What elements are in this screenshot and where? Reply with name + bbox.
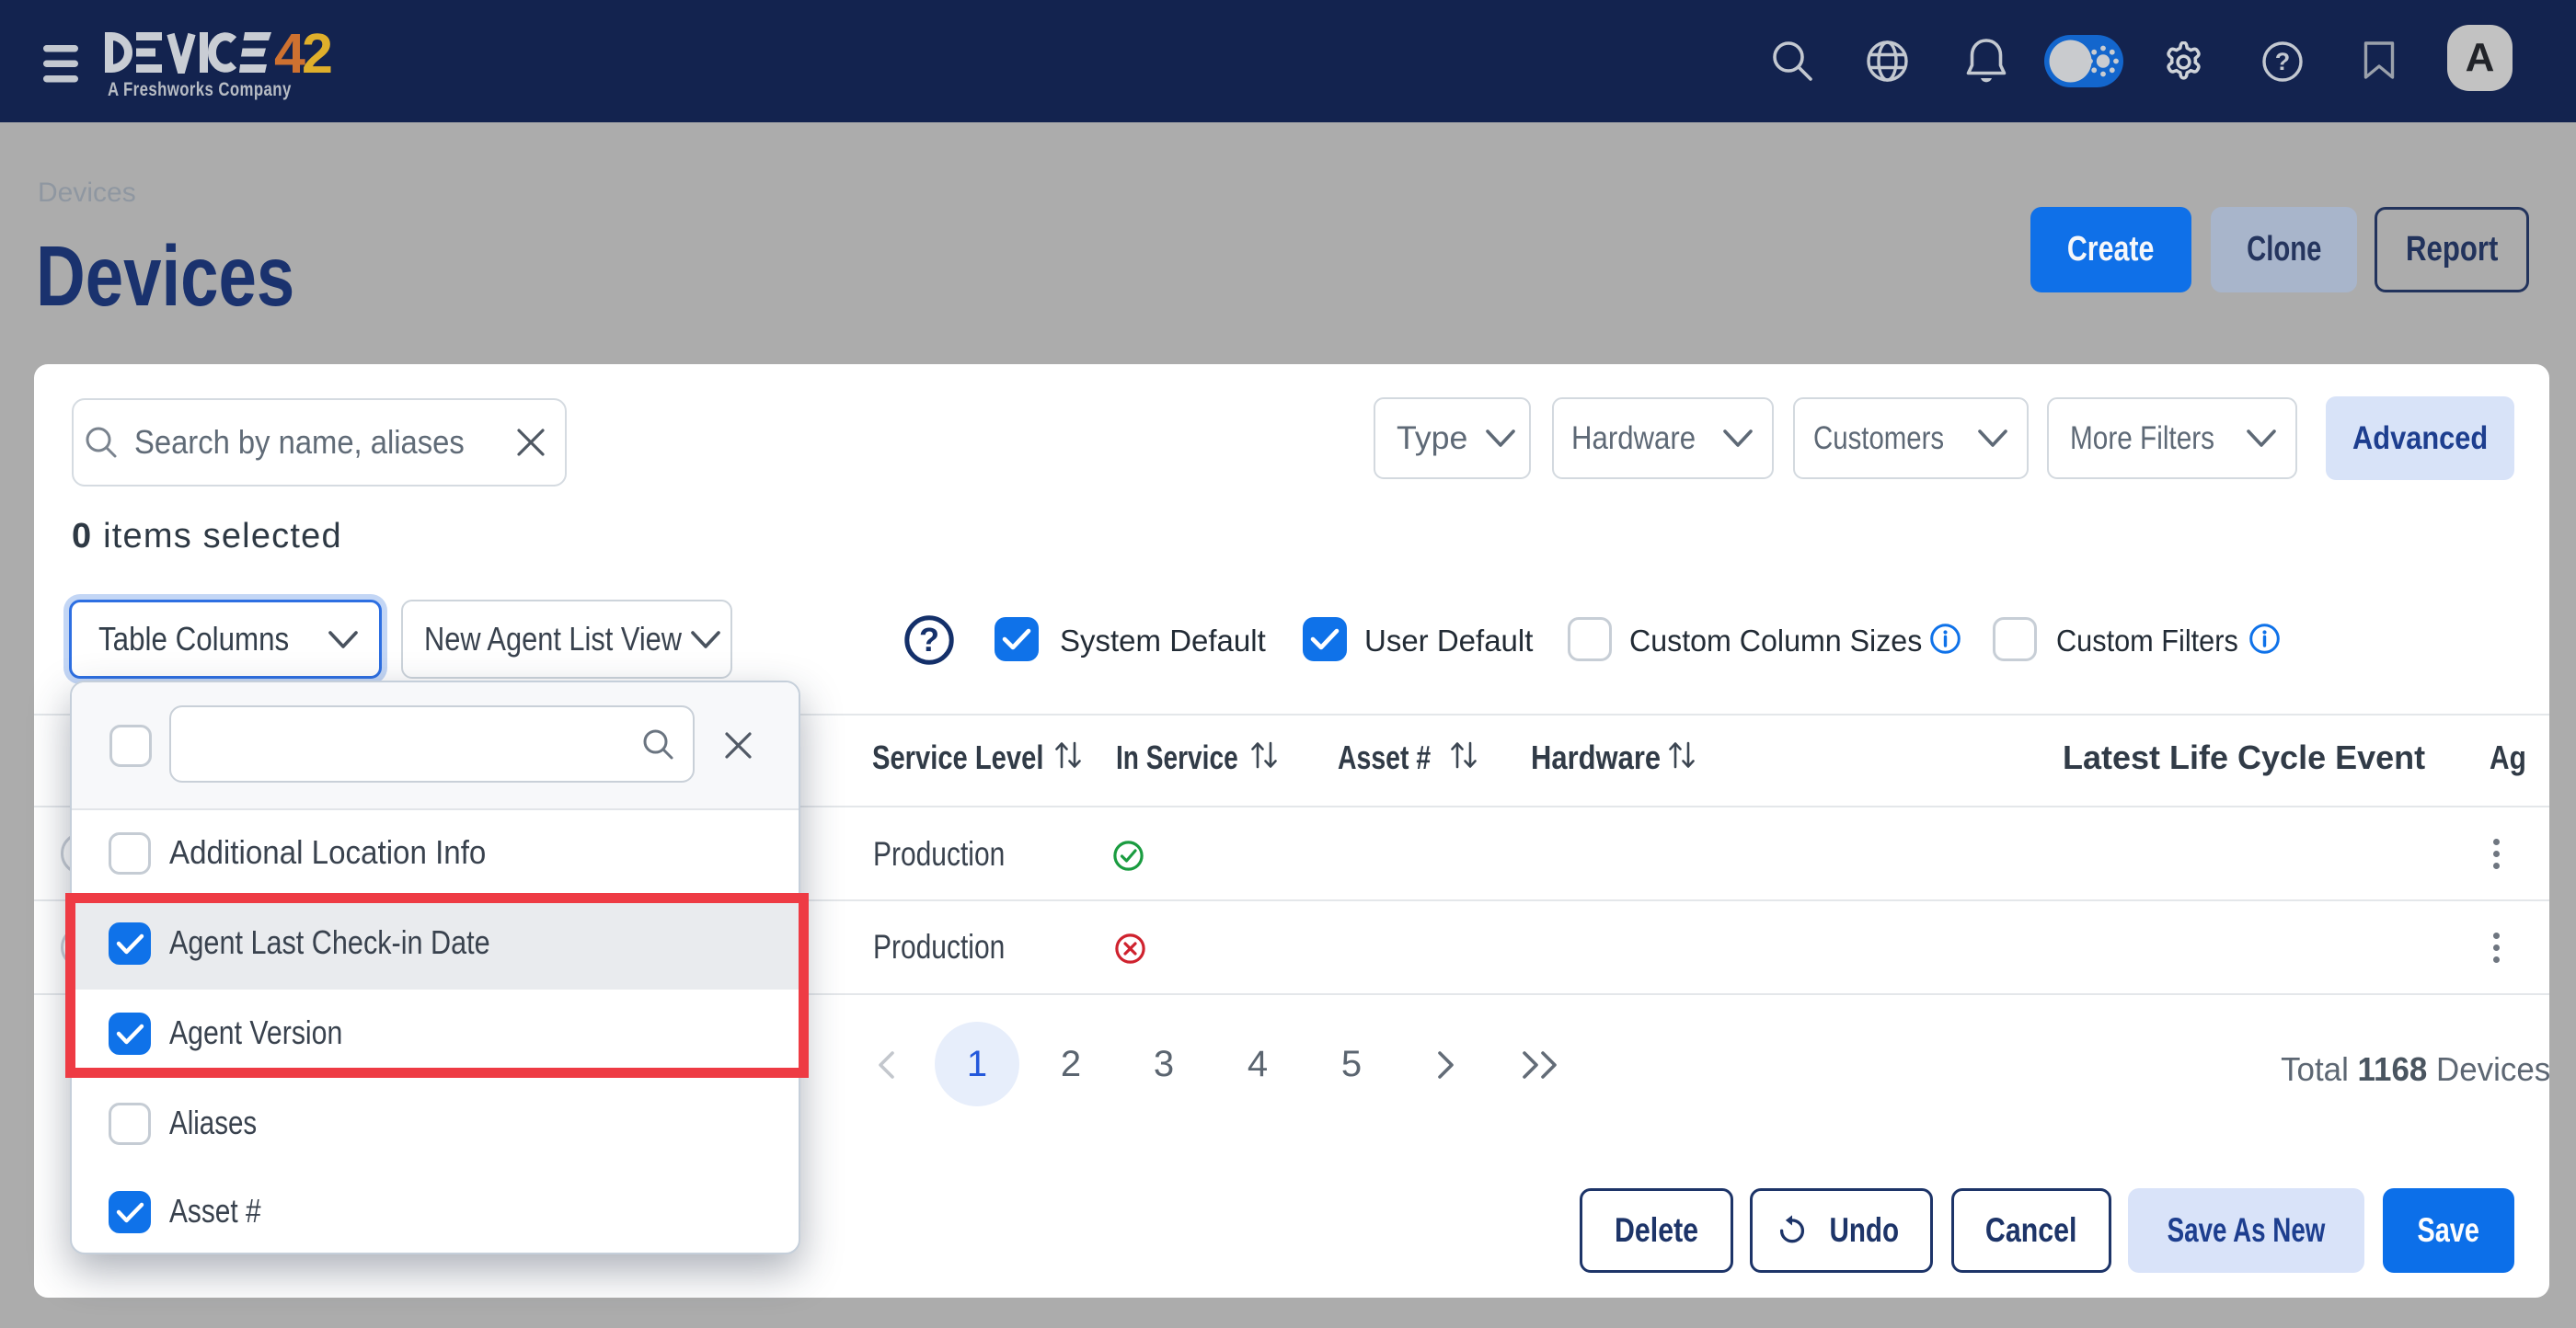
svg-text:4: 4 xyxy=(274,32,305,74)
svg-text:?: ? xyxy=(919,621,939,658)
svg-text:2: 2 xyxy=(302,32,333,74)
svg-text:?: ? xyxy=(2275,48,2291,75)
